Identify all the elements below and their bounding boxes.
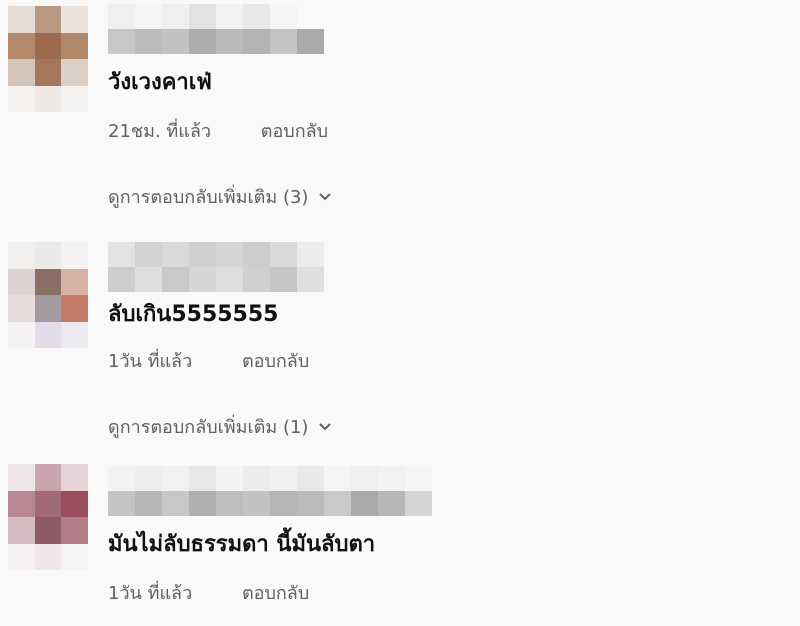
comment-text: ลับเกิน5555555 xyxy=(108,302,279,327)
view-more-replies-button[interactable]: ดูการตอบกลับเพิ่มเติม (3) xyxy=(108,182,332,211)
view-more-replies-button[interactable]: ดูการตอบกลับเพิ่มเติม (1) xyxy=(108,412,332,441)
reply-button[interactable]: ตอบกลับ xyxy=(242,346,309,375)
comment-item: มันไม่ลับธรรมดา นี้มันลับตา 1วัน ที่แล้ว… xyxy=(0,458,800,626)
avatar[interactable] xyxy=(8,6,88,112)
comment-item: ลับเกิน5555555 1วัน ที่แล้ว ตอบกลับ ดูกา… xyxy=(0,236,800,456)
comments-section: วังเวงคาเฟ่ 21ชม. ที่แล้ว ตอบกลับ ดูการต… xyxy=(0,0,800,626)
view-more-replies-label: ดูการตอบกลับเพิ่มเติม (1) xyxy=(108,417,309,438)
reply-button[interactable]: ตอบกลับ xyxy=(261,116,328,145)
view-more-replies-label: ดูการตอบกลับเพิ่มเติม (3) xyxy=(108,187,309,208)
avatar[interactable] xyxy=(8,242,88,348)
chevron-down-icon xyxy=(318,420,332,434)
comment-meta: 21ชม. ที่แล้ว ตอบกลับ xyxy=(108,116,328,145)
comment-time: 21ชม. ที่แล้ว xyxy=(108,121,212,142)
reply-button[interactable]: ตอบกลับ xyxy=(242,578,309,607)
author-name-blurred[interactable] xyxy=(108,466,432,516)
comment-text: มันไม่ลับธรรมดา นี้มันลับตา xyxy=(108,532,376,557)
comment-time: 1วัน ที่แล้ว xyxy=(108,351,193,372)
comment-meta: 1วัน ที่แล้ว ตอบกลับ xyxy=(108,578,309,607)
comment-meta: 1วัน ที่แล้ว ตอบกลับ xyxy=(108,346,309,375)
author-name-blurred[interactable] xyxy=(108,242,324,292)
chevron-down-icon xyxy=(318,190,332,204)
comment-time: 1วัน ที่แล้ว xyxy=(108,583,193,604)
comment-item: วังเวงคาเฟ่ 21ชม. ที่แล้ว ตอบกลับ ดูการต… xyxy=(0,0,800,220)
author-name-blurred[interactable] xyxy=(108,4,324,54)
avatar[interactable] xyxy=(8,464,88,570)
comment-text: วังเวงคาเฟ่ xyxy=(108,70,212,95)
